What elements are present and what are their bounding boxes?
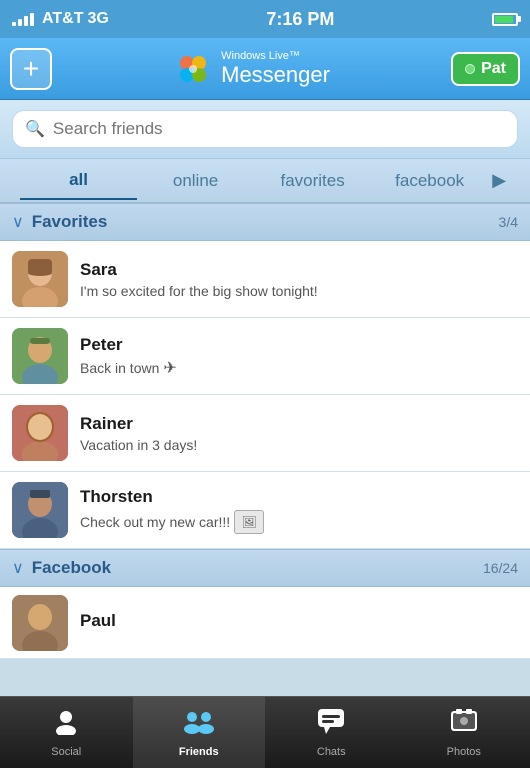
logo-bottom-text: Messenger <box>221 62 330 88</box>
search-bar: 🔍 <box>0 100 530 159</box>
avatar <box>12 328 68 384</box>
nav-friends[interactable]: Friends <box>133 697 266 768</box>
contact-info: Paul <box>80 611 518 634</box>
nav-social-label: Social <box>51 746 81 758</box>
logo-area: Windows Live™ Messenger <box>173 49 330 89</box>
app-header: + Windows Live™ Messenger Pat <box>0 38 530 100</box>
list-item[interactable]: Rainer Vacation in 3 days! <box>0 395 530 472</box>
contact-status: Back in town ✈ <box>80 358 518 378</box>
contact-info: Peter Back in town ✈ <box>80 335 518 378</box>
favorites-section-header[interactable]: ∨ Favorites 3/4 <box>0 203 530 241</box>
nav-chats[interactable]: Chats <box>265 697 398 768</box>
tab-facebook[interactable]: facebook <box>371 163 488 199</box>
contact-info: Sara I'm so excited for the big show ton… <box>80 260 518 299</box>
contact-info: Rainer Vacation in 3 days! <box>80 414 518 453</box>
nav-social[interactable]: Social <box>0 697 133 768</box>
nav-photos[interactable]: Photos <box>398 697 530 768</box>
contact-info: Thorsten Check out my new car!!! 🖼 <box>80 487 518 534</box>
contact-status: Check out my new car!!! 🖼 <box>80 510 518 534</box>
plane-icon: ✈ <box>163 358 176 378</box>
carrier-label: AT&T <box>42 10 83 28</box>
photos-icon <box>449 707 479 742</box>
paul-avatar-img <box>12 595 68 651</box>
favorites-count: 3/4 <box>499 214 518 230</box>
avatar <box>12 405 68 461</box>
search-icon: 🔍 <box>25 119 45 139</box>
wlm-logo-icon <box>173 49 213 89</box>
content-scroll: ∨ Favorites 3/4 Sara I'm so excited for … <box>0 203 530 697</box>
status-left: AT&T 3G <box>12 10 109 28</box>
facebook-section-header[interactable]: ∨ Facebook 16/24 <box>0 549 530 587</box>
time-label: 7:16 PM <box>266 9 334 30</box>
contact-name: Thorsten <box>80 487 518 507</box>
signal-bars <box>12 13 34 26</box>
tab-favorites[interactable]: favorites <box>254 163 371 199</box>
add-button[interactable]: + <box>10 48 52 90</box>
profile-label: Pat <box>481 60 506 78</box>
contact-status: I'm so excited for the big show tonight! <box>80 283 518 299</box>
tab-all[interactable]: all <box>20 162 137 200</box>
contact-status: Vacation in 3 days! <box>80 437 518 453</box>
status-bar: AT&T 3G 7:16 PM <box>0 0 530 38</box>
thorsten-avatar-img <box>12 482 68 538</box>
logo-top-text: Windows Live™ <box>221 50 330 62</box>
nav-friends-label: Friends <box>179 746 219 758</box>
photo-badge: 🖼 <box>234 510 264 534</box>
chats-icon <box>316 707 346 742</box>
presence-dot <box>465 64 475 74</box>
avatar <box>12 482 68 538</box>
facebook-count: 16/24 <box>483 560 518 576</box>
favorites-chevron-icon: ∨ <box>12 212 24 232</box>
network-label: 3G <box>87 10 108 28</box>
filter-tabs: all online favorites facebook ▶ <box>0 159 530 203</box>
favorites-title: Favorites <box>32 212 499 232</box>
facebook-chevron-icon: ∨ <box>12 558 24 578</box>
list-item[interactable]: Paul <box>0 587 530 659</box>
avatar <box>12 251 68 307</box>
bottom-nav: Social Friends Chats <box>0 696 530 768</box>
rainer-avatar-img <box>12 405 68 461</box>
list-item[interactable]: Thorsten Check out my new car!!! 🖼 <box>0 472 530 549</box>
social-icon <box>52 707 80 742</box>
avatar <box>12 595 68 651</box>
search-wrap: 🔍 <box>12 110 518 148</box>
tab-online[interactable]: online <box>137 163 254 199</box>
nav-photos-label: Photos <box>447 746 481 758</box>
logo-text: Windows Live™ Messenger <box>221 50 330 88</box>
search-input[interactable] <box>53 119 505 139</box>
profile-button[interactable]: Pat <box>451 52 520 86</box>
friends-icon <box>182 707 216 742</box>
contact-name: Sara <box>80 260 518 280</box>
battery-icon <box>492 13 518 26</box>
list-item[interactable]: Peter Back in town ✈ <box>0 318 530 395</box>
nav-chats-label: Chats <box>317 746 346 758</box>
sara-avatar-img <box>12 251 68 307</box>
list-item[interactable]: Sara I'm so excited for the big show ton… <box>0 241 530 318</box>
contact-name: Peter <box>80 335 518 355</box>
contact-name: Rainer <box>80 414 518 434</box>
facebook-title: Facebook <box>32 558 483 578</box>
peter-avatar-img <box>12 328 68 384</box>
more-tabs-button[interactable]: ▶ <box>488 162 510 199</box>
contact-name: Paul <box>80 611 518 631</box>
